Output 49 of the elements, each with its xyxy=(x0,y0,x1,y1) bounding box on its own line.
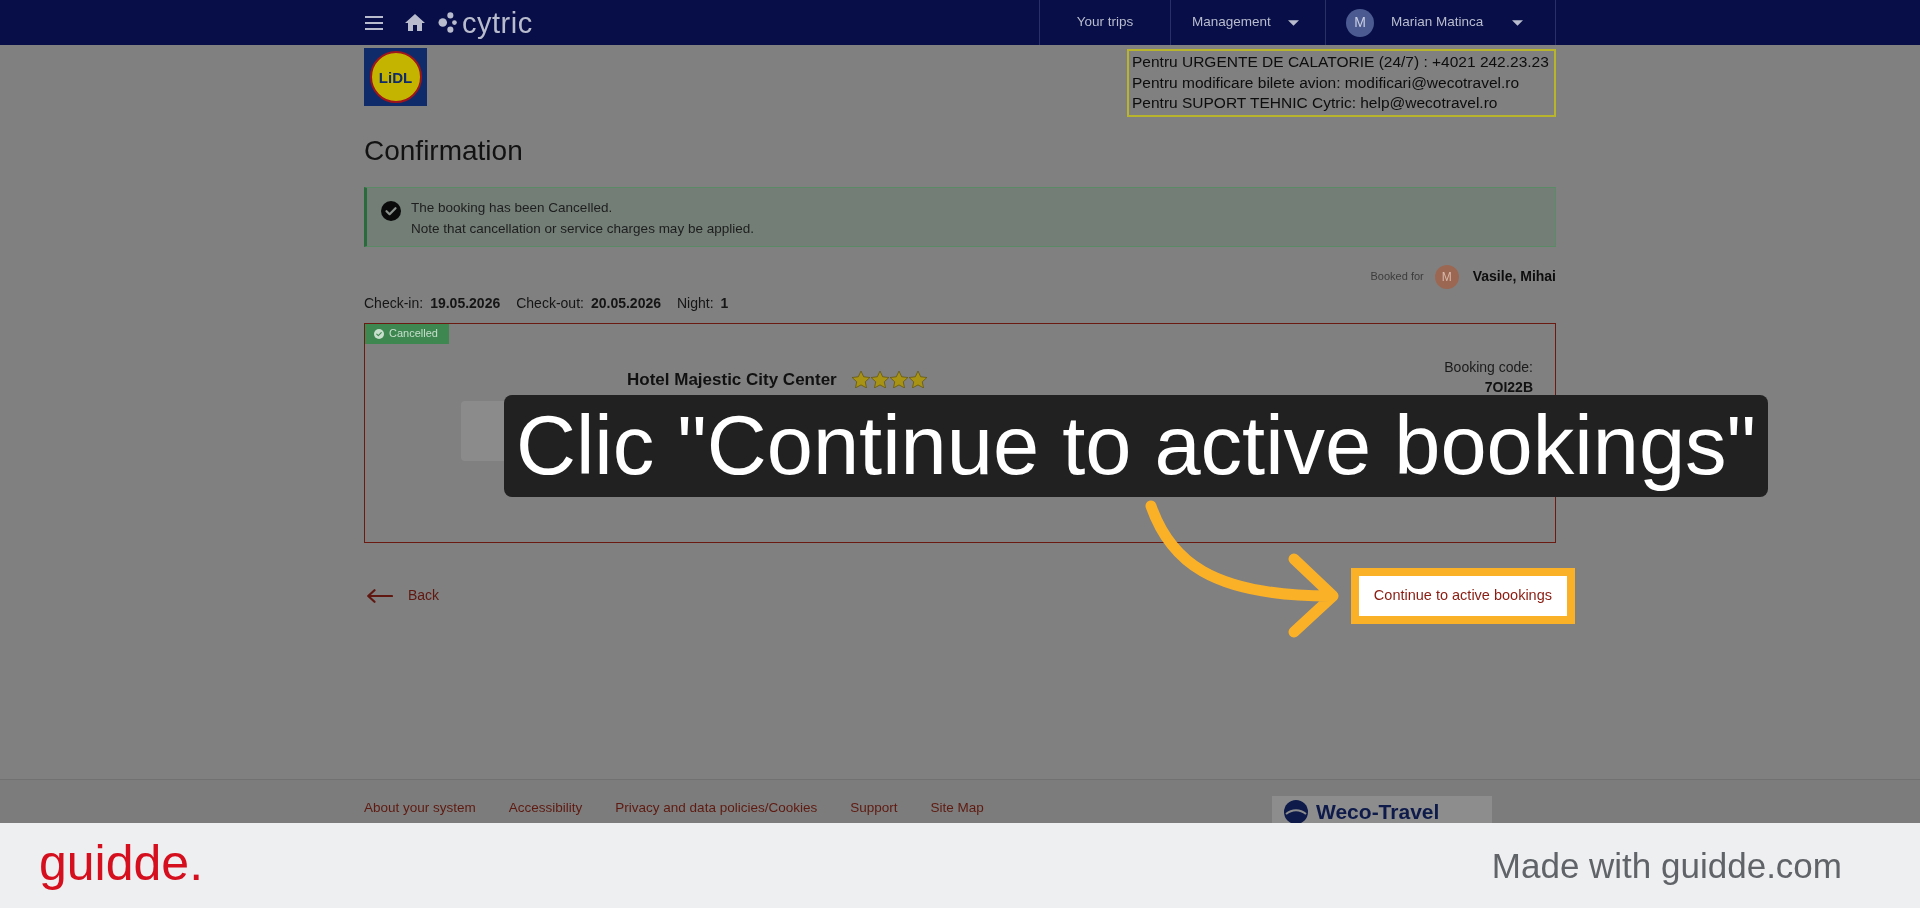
star-icon xyxy=(851,371,870,388)
brand-name: guidde. xyxy=(39,834,204,891)
field-value: 20.05.2026 xyxy=(590,294,661,313)
banner-text: Made with guidde.com xyxy=(1491,845,1842,886)
footer-link[interactable]: About your system xyxy=(364,800,476,816)
field-label: Check-in: xyxy=(364,294,424,313)
hotel-name: Hotel Majestic City Center xyxy=(627,368,837,391)
footer-link[interactable]: Privacy and data policies/Cookies xyxy=(615,800,818,816)
check-circle-icon xyxy=(374,328,384,339)
brand-name[interactable]: cytric xyxy=(462,6,533,39)
contact-line: Pentru URGENTE DE CALATORIE (24/7) : +4021 242.23.23 xyxy=(1132,52,1550,72)
alert-message: Note that cancellation or service charges may be applied. xyxy=(411,219,754,238)
field-label: Night: xyxy=(677,294,714,313)
home-icon[interactable] xyxy=(405,14,425,31)
contact-line: Pentru modificare bilete avion: modificari@wecotravel.ro xyxy=(1132,72,1521,93)
logo-text: Weco-Travel xyxy=(1316,800,1440,824)
footer-link[interactable]: Site Map xyxy=(930,800,984,816)
left-arrow-icon xyxy=(367,588,393,603)
star-icon xyxy=(870,371,889,388)
booking-code-label: Booking code: xyxy=(1444,357,1533,377)
contact-line: Pentru SUPORT TEHNIC Cytric: help@wecotravel.ro xyxy=(1132,93,1499,113)
booked-for-label: Booked for xyxy=(1370,269,1424,285)
user-menu[interactable]: M Marian Matinca xyxy=(1325,0,1556,45)
field-value: 19.05.2026 xyxy=(430,294,501,313)
menu-icon[interactable] xyxy=(365,15,383,30)
check-circle-icon xyxy=(381,200,401,221)
user-name: Marian Matinca xyxy=(1391,13,1484,32)
field-label: Check-out: xyxy=(516,294,584,313)
caret-icon xyxy=(1512,19,1523,26)
avatar: M xyxy=(1346,8,1374,37)
avatar: M xyxy=(1434,264,1459,289)
instruction-callout: Clic "Continue to active bookings" xyxy=(504,395,1768,497)
nav-menu-item[interactable]: Your trips xyxy=(1039,0,1170,45)
back-link[interactable]: Back xyxy=(367,585,440,606)
field-value: 1 xyxy=(720,294,729,313)
nav-menu-item[interactable]: Management xyxy=(1170,0,1325,45)
dots-logo-icon xyxy=(438,12,457,33)
star-icon xyxy=(889,371,908,388)
footer-link[interactable]: Support xyxy=(850,800,898,816)
traveler-name: Vasile, Mihai xyxy=(1472,267,1556,286)
alert-message: The booking has been Cancelled. xyxy=(411,198,614,217)
page-title: Confirmation xyxy=(364,133,523,168)
logo-text: LiDL xyxy=(378,69,413,85)
status-text: Cancelled xyxy=(389,326,438,342)
caret-icon xyxy=(1288,19,1299,26)
booking-code: 7OI22B xyxy=(1484,377,1533,397)
footer-link[interactable]: Accessibility xyxy=(508,800,583,816)
star-icon xyxy=(908,371,927,388)
continue-button[interactable]: Continue to active bookings xyxy=(1350,567,1575,624)
